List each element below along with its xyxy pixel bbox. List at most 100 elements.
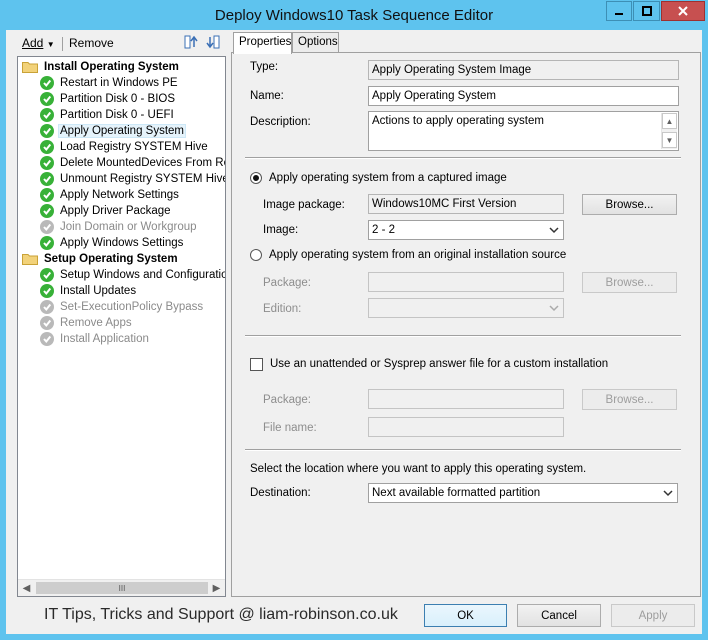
file-name-field [368,417,564,437]
tree-item[interactable]: Apply Driver Package [40,203,173,219]
disabled-check-icon [40,300,54,314]
tab-options[interactable]: Options [292,32,339,53]
divider [245,335,681,337]
tree-item[interactable]: Apply Operating System [40,123,187,139]
tree-item[interactable]: Remove Apps [40,315,134,331]
disabled-check-icon [40,220,54,234]
disabled-check-icon [40,316,54,330]
horizontal-scrollbar[interactable]: ◀ III ▶ [18,579,225,596]
tree-item-label: Join Domain or Workgroup [60,221,197,233]
success-check-icon [40,140,54,154]
apply-button[interactable]: Apply [611,604,695,627]
image-package-browse-button[interactable]: Browse... [582,194,677,215]
tree-item[interactable]: Setup Windows and Configuration [40,267,226,283]
watermark-text: IT Tips, Tricks and Support @ liam-robin… [44,606,398,623]
minimize-button[interactable] [606,1,632,21]
package-field [368,272,564,292]
tree-item-label: Apply Driver Package [60,205,171,217]
destination-select-value: Next available formatted partition [372,487,541,499]
success-check-icon [40,156,54,170]
add-menu-button[interactable]: Add ▼ [22,36,55,50]
success-check-icon [40,188,54,202]
tree-item[interactable]: Unmount Registry SYSTEM Hive [40,171,226,187]
disabled-check-icon [40,332,54,346]
edition-select[interactable] [368,298,564,318]
tree-item-label: Partition Disk 0 - BIOS [60,93,176,105]
maximize-button[interactable] [633,1,660,21]
destination-select[interactable]: Next available formatted partition [368,483,678,503]
captured-image-radio[interactable] [250,172,262,184]
folder-icon [22,254,38,265]
chevron-down-icon [549,305,559,312]
scroll-grip: III [118,583,126,593]
tree-item-label: Install Updates [60,285,137,297]
close-icon [678,6,688,16]
ok-button[interactable]: OK [424,604,507,627]
tree-item-label: Partition Disk 0 - UEFI [60,109,174,121]
move-down-icon [206,35,220,49]
move-down-button[interactable] [205,34,221,53]
close-button[interactable] [661,1,705,21]
original-source-radio[interactable] [250,249,262,261]
window-title: Deploy Windows10 Task Sequence Editor [214,7,494,24]
scroll-down-icon[interactable]: ▼ [662,132,677,148]
name-input[interactable]: Apply Operating System [368,86,679,106]
move-up-button[interactable] [183,34,199,53]
tree-group[interactable]: Install Operating System [22,59,181,75]
tree-item[interactable]: Join Domain or Workgroup [40,219,199,235]
image-select[interactable]: 2 - 2 [368,220,564,240]
tree-item-label: Remove Apps [60,317,132,329]
tree-group[interactable]: Setup Operating System [22,251,180,267]
tree-item[interactable]: Partition Disk 0 - BIOS [40,91,177,107]
tree-item[interactable]: Load Registry SYSTEM Hive [40,139,210,155]
description-input[interactable]: Actions to apply operating system ▲ ▼ [368,111,679,151]
location-instruction: Select the location where you want to ap… [250,463,587,475]
tree-item-label: Install Application [60,333,149,345]
description-label: Description: [250,116,311,128]
file-name-label: File name: [263,422,317,434]
unattend-checkbox[interactable] [250,358,263,371]
tree-item[interactable]: Set-ExecutionPolicy Bypass [40,299,205,315]
scroll-left-icon[interactable]: ◀ [18,580,35,596]
tree-item[interactable]: Restart in Windows PE [40,75,180,91]
divider [245,449,681,451]
type-label: Type: [250,61,279,73]
image-label: Image: [263,224,299,236]
package-browse-button[interactable]: Browse... [582,272,677,293]
tree-toolbar: Add ▼ Remove [14,34,224,54]
add-label: Add [22,36,44,50]
remove-button[interactable]: Remove [69,36,114,50]
success-check-icon [40,284,54,298]
image-package-field: Windows10MC First Version [368,194,564,214]
success-check-icon [40,92,54,106]
success-check-icon [40,124,54,138]
tree-item-label: Unmount Registry SYSTEM Hive [60,173,226,185]
tree-item-label: Install Operating System [44,61,179,73]
minimize-icon [615,13,623,15]
package-label: Package: [263,277,311,289]
tree-item[interactable]: Partition Disk 0 - UEFI [40,107,176,123]
tree-item[interactable]: Install Updates [40,283,138,299]
description-scrollbar[interactable]: ▲ ▼ [661,113,677,149]
properties-panel: Type: Apply Operating System Image Name:… [231,52,701,597]
unattend-browse-button[interactable]: Browse... [582,389,677,410]
tree-item[interactable]: Apply Windows Settings [40,235,185,251]
cancel-button[interactable]: Cancel [517,604,601,627]
tree-item[interactable]: Delete MountedDevices From Reg [40,155,225,171]
tree-item-label: Setup Windows and Configuration [60,269,226,281]
maximize-icon [641,6,652,16]
success-check-icon [40,268,54,282]
edition-label: Edition: [263,303,302,315]
task-sequence-tree[interactable]: Install Operating System Restart in Windo… [17,56,226,597]
tab-properties[interactable]: Properties [233,32,292,54]
scroll-up-icon[interactable]: ▲ [662,113,677,129]
tree-item[interactable]: Apply Network Settings [40,187,181,203]
scroll-right-icon[interactable]: ▶ [208,580,225,596]
tree-item-label: Set-ExecutionPolicy Bypass [60,301,204,313]
tree-item[interactable]: Install Application [40,331,151,347]
unattend-label: Use an unattended or Sysprep answer file… [270,358,609,370]
scrollbar-thumb[interactable]: III [36,582,208,594]
unattend-package-field [368,389,564,409]
toolbar-separator [62,37,63,51]
tree-item-label: Restart in Windows PE [60,77,178,89]
